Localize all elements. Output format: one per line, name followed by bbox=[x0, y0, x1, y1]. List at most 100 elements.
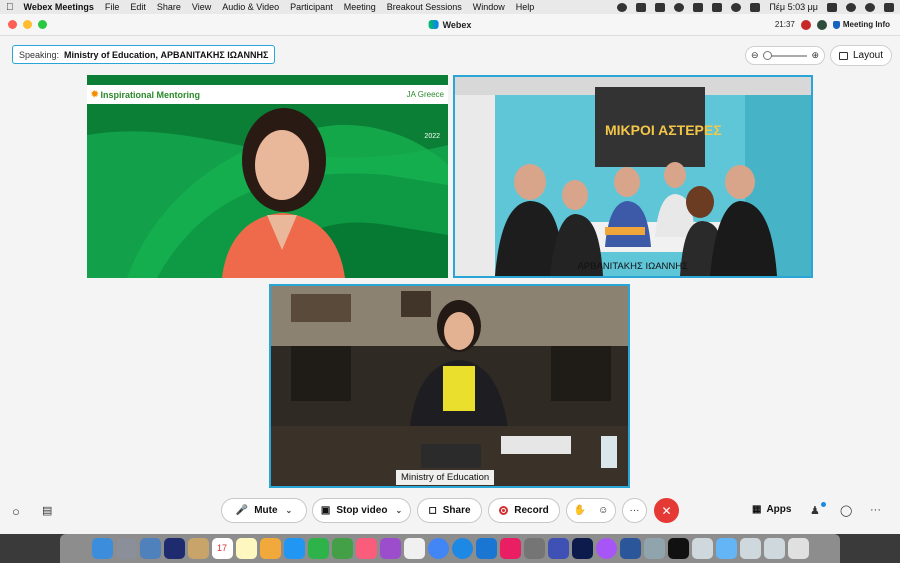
meeting-controls-bar: ○ ▤ 🎤 Mute ⌄ ▣ Stop video ⌄ ◻ Share Reco… bbox=[0, 496, 900, 526]
textedit-icon[interactable] bbox=[404, 538, 425, 559]
apps-grid-icon: ▦ bbox=[752, 504, 761, 515]
participant-label-ministry: Ministry of Education bbox=[396, 470, 494, 485]
time-machine-icon[interactable] bbox=[674, 3, 684, 12]
wifi-icon[interactable] bbox=[731, 3, 741, 12]
fullscreen-window-button[interactable] bbox=[38, 20, 47, 29]
calendar-icon[interactable]: 17 bbox=[212, 538, 233, 559]
slack-icon[interactable] bbox=[500, 538, 521, 559]
apps-label: Apps bbox=[766, 504, 791, 515]
menu-window[interactable]: Window bbox=[473, 2, 505, 12]
zoom-in-icon[interactable]: ⊕ bbox=[811, 50, 819, 61]
menu-view[interactable]: View bbox=[192, 2, 211, 12]
participants-icon[interactable]: ♟ bbox=[810, 504, 820, 517]
battery-icon[interactable] bbox=[750, 3, 760, 12]
menu-edit[interactable]: Edit bbox=[130, 2, 146, 12]
window-title: Webex bbox=[429, 20, 472, 30]
video-tile-ministry[interactable]: Ministry of Education bbox=[269, 284, 630, 488]
menu-meeting[interactable]: Meeting bbox=[344, 2, 376, 12]
record-button[interactable]: Record bbox=[488, 498, 560, 523]
trash-icon[interactable] bbox=[788, 538, 809, 559]
overflow-menu-icon[interactable]: ··· bbox=[870, 504, 881, 516]
video-tile-students[interactable]: ΜΙΚΡΟΙ ΑΣΤΕΡΕΣ ΑΡΒΑΝΙΤΑΚΗΣ ΙΩΑΝΝΗΣ bbox=[453, 75, 813, 278]
launchpad-icon[interactable] bbox=[116, 538, 137, 559]
facetime-icon[interactable] bbox=[308, 538, 329, 559]
layout-button[interactable]: Layout bbox=[830, 45, 892, 66]
music-icon[interactable] bbox=[356, 538, 377, 559]
volume-icon[interactable] bbox=[693, 3, 703, 12]
image-capture-icon[interactable] bbox=[644, 538, 665, 559]
numbers-icon[interactable] bbox=[332, 538, 353, 559]
menu-audio-video[interactable]: Audio & Video bbox=[222, 2, 279, 12]
app-store-icon[interactable] bbox=[476, 538, 497, 559]
menu-breakout-sessions[interactable]: Breakout Sessions bbox=[387, 2, 462, 12]
menu-participant[interactable]: Participant bbox=[290, 2, 333, 12]
students-video-feed: ΜΙΚΡΟΙ ΑΣΤΕΡΕΣ bbox=[455, 77, 811, 276]
apple-icon[interactable]:  bbox=[6, 2, 14, 13]
zoom-out-icon[interactable]: ⊖ bbox=[751, 50, 759, 61]
messages-icon[interactable] bbox=[284, 538, 305, 559]
keyboard-input-icon[interactable] bbox=[827, 3, 837, 12]
unknown-app-icon[interactable] bbox=[740, 538, 761, 559]
safari-icon[interactable] bbox=[452, 538, 473, 559]
finder-icon[interactable] bbox=[92, 538, 113, 559]
chevron-down-icon[interactable]: ⌄ bbox=[395, 506, 402, 515]
close-icon: ✕ bbox=[661, 504, 671, 518]
photos-icon[interactable] bbox=[260, 538, 281, 559]
messenger-icon[interactable] bbox=[596, 538, 617, 559]
ministry-video-feed bbox=[271, 286, 628, 486]
podcasts-icon[interactable] bbox=[380, 538, 401, 559]
malwarebytes-icon[interactable] bbox=[636, 3, 646, 12]
meeting-time: 21:37 bbox=[775, 20, 795, 29]
control-center-icon[interactable] bbox=[884, 3, 894, 12]
bluetooth-icon[interactable] bbox=[712, 3, 722, 12]
more-options-button[interactable]: ··· bbox=[622, 498, 647, 523]
zoom-track[interactable] bbox=[763, 55, 808, 57]
meeting-info-button[interactable]: Meeting Info bbox=[833, 20, 890, 29]
chevron-down-icon[interactable]: ⌄ bbox=[286, 506, 293, 515]
sun-icon: ✹ bbox=[91, 89, 99, 100]
video-tile-mentor[interactable]: ✹ Inspirational Mentoring JA Greece 2022 bbox=[87, 75, 448, 278]
record-icon bbox=[499, 506, 508, 515]
menu-help[interactable]: Help bbox=[516, 2, 535, 12]
recording-indicator-icon[interactable] bbox=[801, 20, 811, 30]
close-window-button[interactable] bbox=[8, 20, 17, 29]
archive-utility-icon[interactable] bbox=[548, 538, 569, 559]
siri-app-icon[interactable] bbox=[164, 538, 185, 559]
video-zoom-slider[interactable]: ⊖ ⊕ bbox=[745, 46, 825, 65]
chat-icon[interactable]: ◯ bbox=[840, 504, 852, 517]
apps-button[interactable]: ▦ Apps bbox=[752, 504, 791, 515]
notes-icon[interactable] bbox=[236, 538, 257, 559]
unknown-app-icon[interactable] bbox=[764, 538, 785, 559]
leave-meeting-button[interactable]: ✕ bbox=[654, 498, 679, 523]
preview-icon[interactable] bbox=[140, 538, 161, 559]
webex-dock-icon[interactable] bbox=[572, 538, 593, 559]
zoom-knob[interactable] bbox=[763, 51, 772, 60]
mute-button[interactable]: 🎤 Mute ⌄ bbox=[221, 498, 307, 523]
chat-bubble-icon[interactable]: ▤ bbox=[42, 504, 52, 517]
menu-app-name[interactable]: Webex Meetings bbox=[24, 2, 94, 12]
user-avatar[interactable] bbox=[817, 20, 827, 30]
word-icon[interactable] bbox=[620, 538, 641, 559]
system-preferences-icon[interactable] bbox=[524, 538, 545, 559]
cloud-icon[interactable] bbox=[617, 3, 627, 12]
grid-layout-icon bbox=[839, 52, 848, 60]
menu-share[interactable]: Share bbox=[157, 2, 181, 12]
chrome-icon[interactable] bbox=[428, 538, 449, 559]
audio-connection-icon[interactable]: ○ bbox=[12, 504, 20, 519]
stop-video-label: Stop video bbox=[336, 505, 387, 516]
siri-icon[interactable] bbox=[865, 3, 875, 12]
folder-icon[interactable] bbox=[716, 538, 737, 559]
minimize-window-button[interactable] bbox=[23, 20, 32, 29]
webex-meetings-icon[interactable] bbox=[668, 538, 689, 559]
emoji-reaction-icon[interactable]: ☺ bbox=[598, 505, 608, 516]
menu-file[interactable]: File bbox=[105, 2, 120, 12]
raise-hand-icon[interactable]: ✋ bbox=[574, 505, 586, 516]
screen-mirror-icon[interactable] bbox=[655, 3, 665, 12]
stop-video-button[interactable]: ▣ Stop video ⌄ bbox=[312, 498, 411, 523]
contacts-icon[interactable] bbox=[188, 538, 209, 559]
unknown-app-icon[interactable] bbox=[692, 538, 713, 559]
spotlight-search-icon[interactable] bbox=[846, 3, 856, 12]
camera-icon: ▣ bbox=[321, 505, 330, 516]
menu-clock[interactable]: Πέμ 5:03 μμ bbox=[769, 2, 818, 12]
share-button[interactable]: ◻ Share bbox=[417, 498, 482, 523]
